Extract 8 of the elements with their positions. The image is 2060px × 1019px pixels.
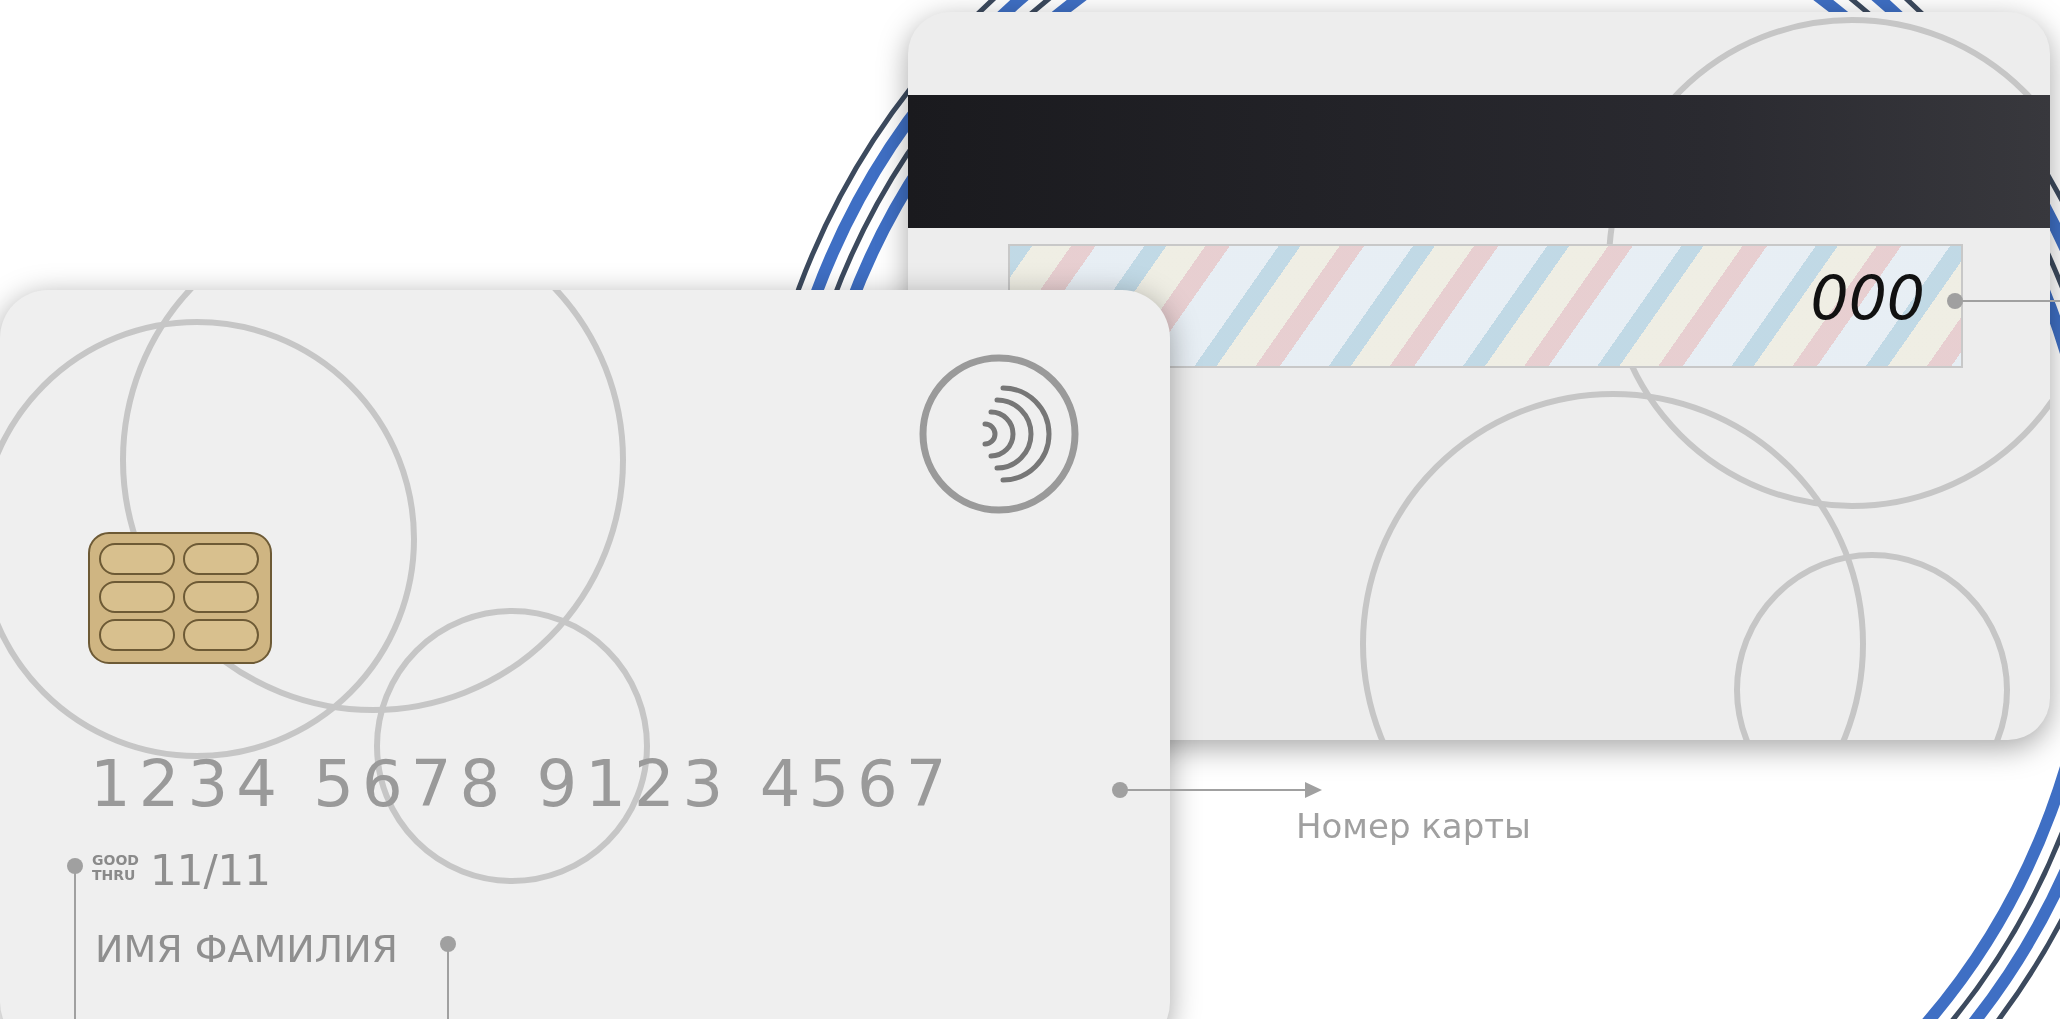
cvv-code: 000: [1810, 268, 1925, 328]
contactless-icon: [918, 353, 1080, 515]
cardholder-name: ИМЯ ФАМИЛИЯ: [95, 930, 399, 968]
callout-label: Номер карты: [1296, 806, 1531, 846]
card-number: 1234 5678 9123 4567: [90, 752, 955, 816]
expiry-caption: GOOD THRU: [92, 853, 140, 883]
chip-icon: [88, 532, 272, 664]
expiry-date: 11/11: [150, 850, 272, 892]
